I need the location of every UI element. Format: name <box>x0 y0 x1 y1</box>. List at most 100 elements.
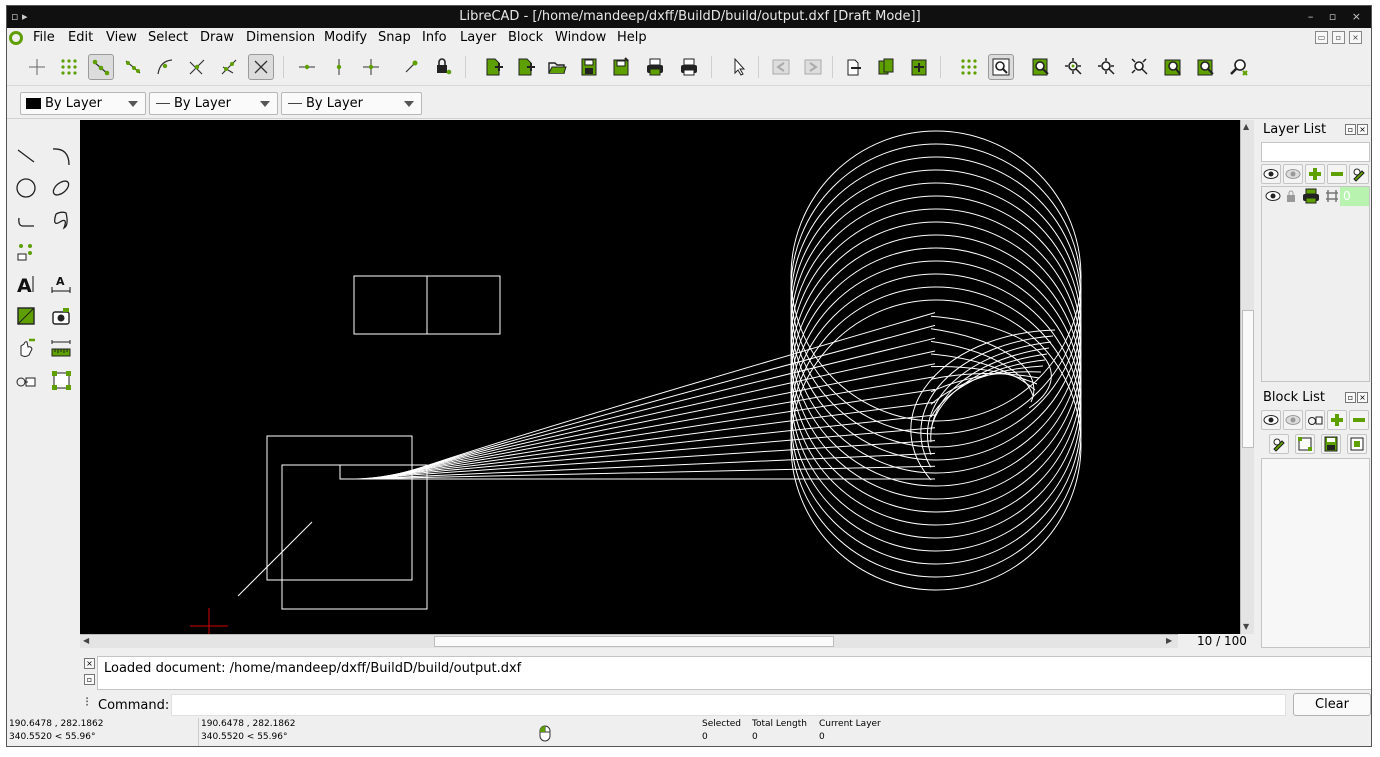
layer-filter-input[interactable] <box>1261 142 1370 162</box>
new-from-template-icon[interactable] <box>512 54 538 80</box>
snap-distance-icon[interactable] <box>216 54 242 80</box>
block-insert-icon[interactable] <box>12 366 40 394</box>
mdi-restore-button[interactable]: ▫ <box>1332 31 1345 44</box>
zoom-out-icon[interactable] <box>1094 54 1120 80</box>
show-all-blocks-icon[interactable] <box>1261 410 1281 430</box>
vertical-scroll-thumb[interactable] <box>1242 310 1254 448</box>
snap-endpoint-icon[interactable] <box>88 54 114 80</box>
text-tool-icon[interactable]: A <box>12 270 40 298</box>
horizontal-scroll-thumb[interactable] <box>434 636 834 647</box>
restrict-horizontal-icon[interactable] <box>294 54 320 80</box>
mdi-close-button[interactable]: × <box>1349 31 1362 44</box>
menu-help[interactable]: Help <box>617 30 647 46</box>
edit-layer-icon[interactable] <box>1349 164 1369 184</box>
menu-info[interactable]: Info <box>422 30 447 46</box>
scroll-left-icon[interactable]: ◀ <box>83 636 89 645</box>
scroll-up-icon[interactable]: ▲ <box>1243 122 1249 131</box>
dock-close-icon[interactable]: × <box>84 658 95 669</box>
horizontal-scrollbar[interactable]: ◀ ▶ <box>80 634 1178 648</box>
create-block-icon[interactable] <box>1305 410 1325 430</box>
layer-row[interactable]: 0 <box>1261 186 1370 206</box>
menu-modify[interactable]: Modify <box>324 30 367 46</box>
draft-mode-icon[interactable] <box>988 54 1014 80</box>
undo-icon[interactable] <box>768 54 794 80</box>
layer-name[interactable]: 0 <box>1340 186 1370 206</box>
scroll-down-icon[interactable]: ▼ <box>1243 622 1249 631</box>
print-icon[interactable] <box>676 54 702 80</box>
menu-window[interactable]: Window <box>555 30 606 46</box>
menu-edit[interactable]: Edit <box>68 30 93 46</box>
arc-tool-icon[interactable] <box>47 142 75 170</box>
lock-relative-zero-icon[interactable] <box>430 54 456 80</box>
point-tool-icon[interactable] <box>12 238 40 266</box>
restrict-vertical-icon[interactable] <box>326 54 352 80</box>
scroll-right-icon[interactable]: ▶ <box>1166 636 1172 645</box>
layer-lock-icon[interactable] <box>1286 189 1296 207</box>
remove-layer-icon[interactable] <box>1327 164 1347 184</box>
show-all-layers-icon[interactable] <box>1261 164 1281 184</box>
remove-block-icon[interactable] <box>1349 410 1369 430</box>
spline-tool-icon[interactable] <box>47 206 75 234</box>
dimension-tool-icon[interactable]: A <box>47 270 75 298</box>
snap-free-icon[interactable] <box>24 54 50 80</box>
print-preview-icon[interactable] <box>642 54 668 80</box>
circle-tool-icon[interactable] <box>12 174 40 202</box>
command-input[interactable] <box>171 694 1286 716</box>
hide-all-layers-icon[interactable] <box>1283 164 1303 184</box>
insert-block-icon[interactable] <box>1347 434 1367 454</box>
add-block-icon[interactable] <box>1327 410 1347 430</box>
snap-grid-icon[interactable] <box>56 54 82 80</box>
small-rectangle-entity[interactable] <box>339 465 354 480</box>
stadium-loops-group[interactable] <box>790 130 1082 591</box>
mdi-minimize-button[interactable]: ▭ <box>1315 31 1328 44</box>
zoom-in-icon[interactable] <box>1061 54 1087 80</box>
fan-line-entity[interactable] <box>378 363 936 480</box>
fan-line-entity[interactable] <box>363 427 936 480</box>
snap-middle-icon[interactable] <box>184 54 210 80</box>
copy-icon[interactable] <box>873 54 899 80</box>
rectangle-entity[interactable] <box>266 435 413 581</box>
zoom-previous-icon[interactable] <box>1160 54 1186 80</box>
menu-file[interactable]: File <box>33 30 55 46</box>
color-combo[interactable]: By Layer <box>20 92 146 115</box>
line-tool-icon[interactable] <box>12 142 40 170</box>
measure-tool-icon[interactable] <box>47 334 75 362</box>
menu-layer[interactable]: Layer <box>460 30 496 46</box>
layer-construction-icon[interactable] <box>1325 189 1339 207</box>
new-file-icon[interactable] <box>480 54 506 80</box>
vertical-scrollbar[interactable]: ▲ ▼ <box>1240 120 1254 634</box>
modify-tool-icon[interactable] <box>12 334 40 362</box>
redraw-icon[interactable] <box>1028 54 1054 80</box>
fan-lines-group[interactable] <box>352 312 936 480</box>
menu-snap[interactable]: Snap <box>378 30 411 46</box>
menu-select[interactable]: Select <box>148 30 188 46</box>
zoom-auto-icon[interactable] <box>1127 54 1153 80</box>
save-file-icon[interactable] <box>576 54 602 80</box>
edit-block-icon[interactable] <box>1295 434 1315 454</box>
fan-line-entity[interactable] <box>366 414 936 480</box>
zoom-window-icon[interactable] <box>1193 54 1219 80</box>
select-pointer-icon[interactable] <box>726 54 752 80</box>
line-entity[interactable] <box>237 521 313 597</box>
linewidth-combo[interactable]: By Layer <box>149 92 278 115</box>
layer-visible-icon[interactable] <box>1265 190 1281 206</box>
rename-block-icon[interactable] <box>1269 434 1289 454</box>
hatch-tool-icon[interactable] <box>12 302 40 330</box>
menu-dimension[interactable]: Dimension <box>246 30 315 46</box>
cut-icon[interactable] <box>840 54 866 80</box>
block-create-icon[interactable] <box>47 366 75 394</box>
window-controls[interactable]: – ▫ × <box>1308 6 1367 28</box>
snap-center-icon[interactable] <box>152 54 178 80</box>
menu-block[interactable]: Block <box>508 30 543 46</box>
menu-view[interactable]: View <box>106 30 137 46</box>
panel-close-icon[interactable]: × <box>1357 124 1368 135</box>
linetype-combo[interactable]: By Layer <box>281 92 422 115</box>
relative-zero-icon[interactable] <box>398 54 424 80</box>
menu-draw[interactable]: Draw <box>200 30 234 46</box>
redo-icon[interactable] <box>800 54 826 80</box>
open-file-icon[interactable] <box>544 54 570 80</box>
snap-intersection-icon[interactable] <box>248 54 274 80</box>
grid-toggle-icon[interactable] <box>956 54 982 80</box>
ellipse-tool-icon[interactable] <box>47 174 75 202</box>
panel-float-icon[interactable]: ▫ <box>1345 124 1356 135</box>
